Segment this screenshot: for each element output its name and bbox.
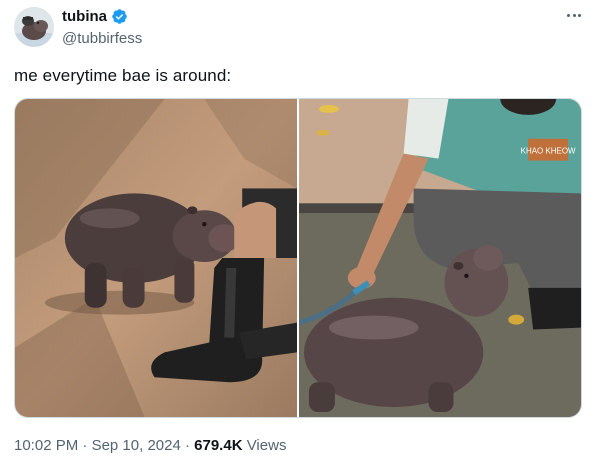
photo-left[interactable] bbox=[15, 99, 297, 417]
tweet-time[interactable]: 10:02 PM bbox=[14, 437, 78, 454]
views-label: Views bbox=[246, 437, 287, 454]
baby-hippo-with-keeper-hose-photo: KHAO KHEOW bbox=[299, 99, 581, 417]
meta-separator-2: · bbox=[184, 437, 190, 454]
tweet-meta: 10:02 PM · Sep 10, 2024 · 679.4K Views bbox=[14, 437, 286, 454]
shirt-logo-text: KHAO KHEOW bbox=[521, 147, 576, 156]
baby-hippo-touching-boot-photo bbox=[15, 99, 297, 417]
tweet-date[interactable]: Sep 10, 2024 bbox=[92, 437, 181, 454]
more-options-icon[interactable] bbox=[562, 6, 586, 24]
views-count: 679.4K bbox=[194, 437, 243, 454]
tweet-media[interactable]: KHAO KHEOW bbox=[14, 98, 582, 418]
author-name-row: tubina bbox=[62, 8, 128, 25]
author-handle[interactable]: @tubbirfess bbox=[62, 30, 142, 47]
tweet-text: me everytime bae is around: bbox=[14, 66, 232, 85]
photo-right[interactable]: KHAO KHEOW bbox=[299, 99, 581, 417]
meta-separator: · bbox=[82, 437, 88, 454]
display-name[interactable]: tubina bbox=[62, 8, 107, 25]
hippo-avatar-icon bbox=[14, 7, 54, 47]
verified-badge-icon bbox=[112, 9, 127, 24]
avatar[interactable] bbox=[14, 7, 54, 47]
